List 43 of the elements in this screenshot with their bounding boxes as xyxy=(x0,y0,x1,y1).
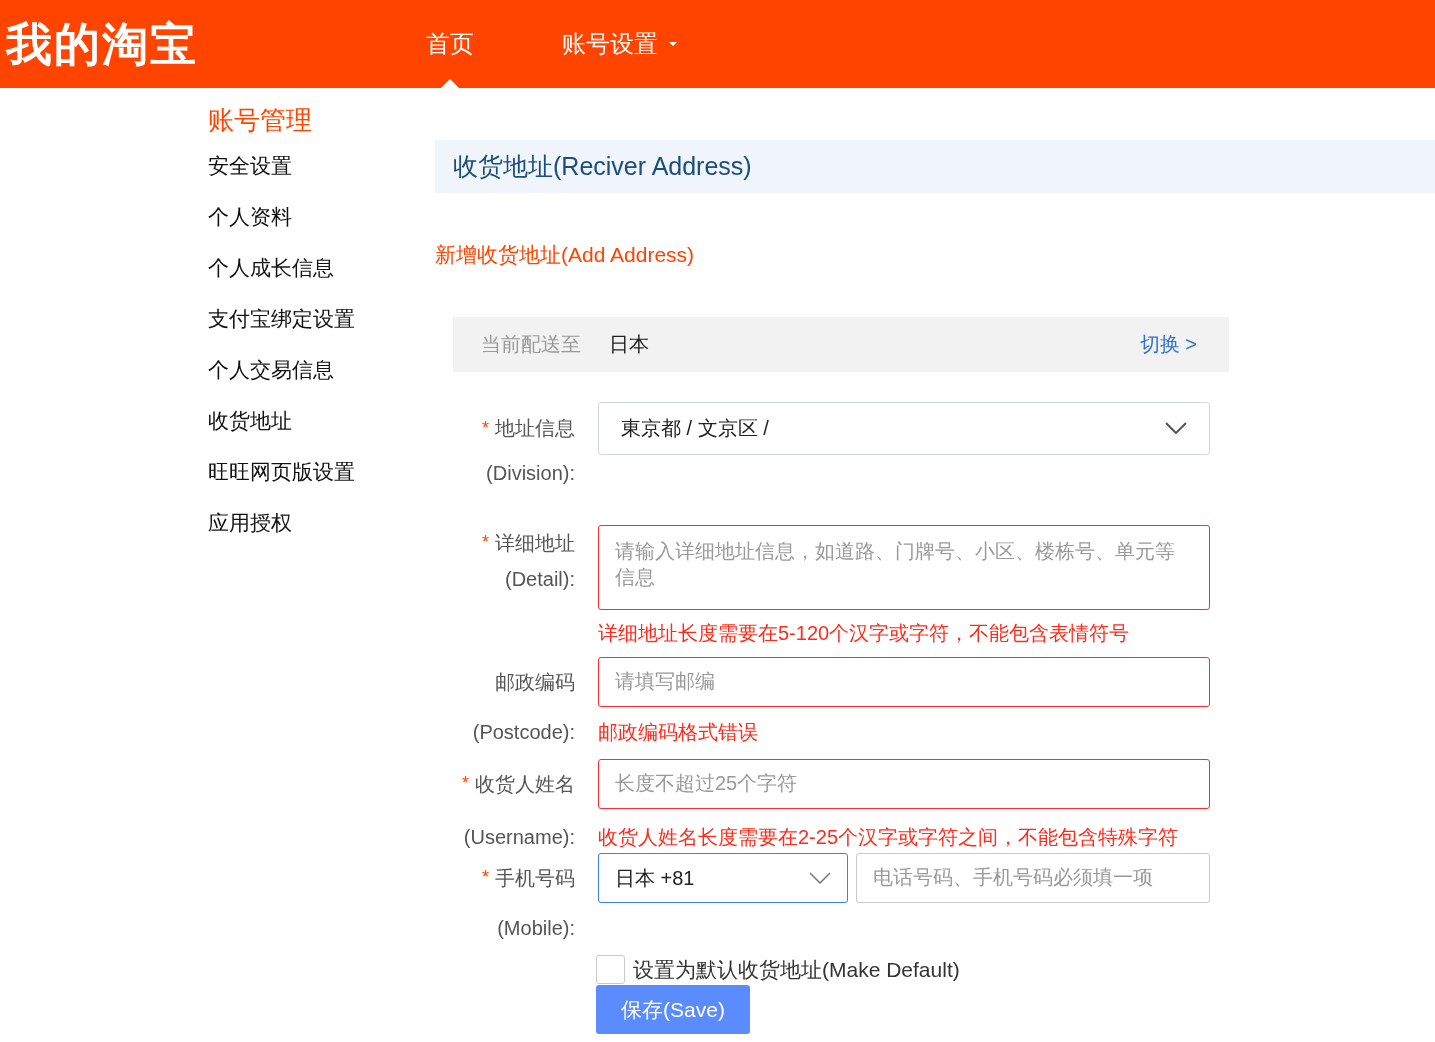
phone-input[interactable]: 电话号码、手机号码必须填一项 xyxy=(856,852,1210,903)
sidebar-item[interactable]: 收货地址 xyxy=(208,404,292,437)
field-label: (Username): xyxy=(463,824,575,850)
text-input[interactable]: 长度不超过25个字符 xyxy=(598,758,1210,809)
field-label: 地址信息 xyxy=(495,416,575,441)
detail-input[interactable]: 请输入详细地址信息，如道路、门牌号、小区、楼栋号、单元等信息 xyxy=(598,524,1210,610)
error-message: 收货人姓名长度需要在2-25个汉字或字符之间，不能包含特殊字符 xyxy=(598,824,1180,850)
required-mark: * xyxy=(482,531,489,554)
error-message: 详细地址长度需要在5-120个汉字或字符，不能包含表情符号 xyxy=(598,620,1131,646)
required-mark: * xyxy=(482,866,489,889)
sidebar-item[interactable]: 支付宝绑定设置 xyxy=(208,302,355,335)
field-label: 手机号码 xyxy=(495,865,575,891)
sidebar-item[interactable]: 旺旺网页版设置 xyxy=(208,455,355,488)
field-label: (Division): xyxy=(486,460,575,486)
sidebar-heading: 账号管理 xyxy=(208,104,313,137)
add-address-link[interactable]: 新增收货地址(Add Address) xyxy=(435,239,695,271)
sidebar-item[interactable]: 个人交易信息 xyxy=(208,353,334,386)
field-label: 详细地址 xyxy=(495,530,575,556)
sidebar-item[interactable]: 应用授权 xyxy=(208,506,292,539)
sidebar-item[interactable]: 个人资料 xyxy=(208,200,292,233)
country-code-select[interactable]: 日本 +81 xyxy=(598,852,848,903)
field-label: (Detail): xyxy=(505,566,575,592)
chevron-down-icon xyxy=(809,871,831,884)
field-label: (Postcode): xyxy=(472,719,575,745)
field-label: 邮政编码 xyxy=(495,669,575,695)
sidebar-item[interactable]: 个人成长信息 xyxy=(208,251,334,284)
checkbox[interactable] xyxy=(596,954,625,984)
error-message: 邮政编码格式错误 xyxy=(598,719,759,745)
sidebar-item[interactable]: 安全设置 xyxy=(208,149,292,182)
field-label: (Mobile): xyxy=(497,915,575,941)
switch-link[interactable]: 切换 > xyxy=(1139,329,1197,359)
chevron-down-icon xyxy=(1165,422,1187,434)
required-mark: * xyxy=(462,772,469,795)
delivery-label: 当前配送至 xyxy=(481,332,581,357)
required-mark: * xyxy=(482,416,489,440)
pointer-icon xyxy=(441,79,459,88)
field-label: 收货人姓名 xyxy=(475,771,575,797)
checkbox-label: 设置为默认收货地址(Make Default) xyxy=(633,956,960,983)
address-select[interactable]: 東京都 / 文京区 / xyxy=(598,401,1210,455)
section-title: 收货地址(Reciver Address) xyxy=(435,140,1435,193)
logo-text: 我的淘宝 xyxy=(6,16,199,72)
delivery-country: 日本 xyxy=(609,332,649,357)
text-input[interactable]: 请填写邮编 xyxy=(598,656,1210,707)
